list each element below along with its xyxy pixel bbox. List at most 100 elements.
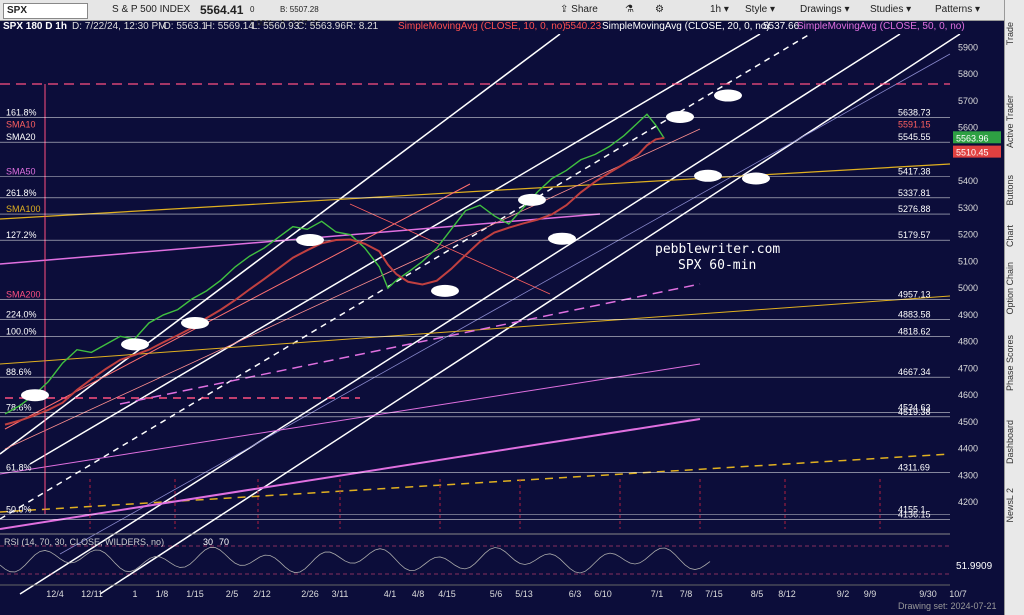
x-tick-label: 7/15 — [705, 589, 723, 599]
x-tick-label: 4/1 — [384, 589, 397, 599]
level-value-label: 4519.38 — [898, 407, 931, 417]
x-tick-label: 12/4 — [46, 589, 64, 599]
watermark-subtitle: SPX 60-min — [678, 258, 757, 273]
level-percent-label: 61.8% — [6, 462, 32, 472]
level-value-label: 5179.57 — [898, 230, 931, 240]
watermark-site: pebblewriter.com — [655, 242, 781, 257]
price-line — [4, 113, 665, 415]
right-tab-buttons[interactable]: Buttons — [1005, 175, 1024, 206]
share-label: Share — [571, 4, 598, 15]
sma20-value: 5537.66 — [763, 21, 800, 32]
index-name: S & P 500 INDEX — [112, 4, 191, 15]
channel-line — [0, 418, 701, 530]
y-tick-label: 5400 — [958, 176, 978, 186]
price-badge-label: 5510.45 — [956, 148, 989, 158]
studies-button[interactable]: Studies ▾ — [870, 3, 911, 17]
level-value-label: 5417.38 — [898, 167, 931, 177]
x-tick-label: 4/15 — [438, 589, 456, 599]
x-tick-label: 6/10 — [594, 589, 612, 599]
level-percent-label: 224.0% — [6, 309, 37, 319]
toolbar: SPX S & P 500 INDEX 5564.41 0 0.00% B: 5… — [0, 0, 1004, 28]
right-tab-dashboard[interactable]: Dashboard — [1005, 420, 1024, 464]
right-tab-news[interactable]: News — [1005, 500, 1024, 523]
x-tick-label: 6/3 — [569, 589, 582, 599]
x-tick-label: 9/30 — [919, 589, 937, 599]
right-tab-option-chain[interactable]: Option Chain — [1005, 262, 1024, 315]
pivot-marker — [431, 284, 459, 297]
bar-close: C: 5563.96 — [297, 21, 346, 32]
price-series — [4, 89, 770, 426]
bar-range: R: 8.21 — [346, 21, 379, 32]
y-tick-label: 5100 — [958, 256, 978, 266]
level-value-label: 5545.55 — [898, 132, 931, 142]
time-axis: 12/4 12/11 1 1/8 1/15 2/5 2/12 2/26 3/11 4/1 4/8 4/… — [0, 584, 967, 599]
change: 0 0.00% — [250, 3, 273, 28]
level-value-label: 4883.58 — [898, 309, 931, 319]
level-percent-label: 100.0% — [6, 327, 37, 337]
chart-settings-icon[interactable]: ⚙ — [655, 3, 664, 17]
x-tick-label: 2/5 — [226, 589, 239, 599]
rsi-value: 51.9909 — [956, 561, 993, 572]
drawings-label: Drawings — [800, 4, 842, 15]
right-tab-chart[interactable]: Chart — [1005, 225, 1024, 247]
x-tick-label: 8/5 — [751, 589, 764, 599]
channel-line — [99, 34, 961, 595]
y-tick-label: 4800 — [958, 337, 978, 347]
level-value-label: 5276.88 — [898, 204, 931, 214]
interval-select[interactable]: 1h ▾ — [710, 3, 729, 17]
bid-ask: B: 5507.28 A: 5607.19 — [280, 3, 319, 28]
sma20-legend: SimpleMovingAvg (CLOSE, 20, 0, no) — [602, 21, 770, 32]
patterns-button[interactable]: Patterns ▾ — [935, 3, 980, 17]
channel-line — [0, 453, 951, 513]
x-tick-label: 3/11 — [332, 589, 349, 599]
x-tick-label: 8/12 — [778, 589, 796, 599]
trend-channels — [0, 34, 961, 595]
level-value-label: 4311.69 — [898, 462, 930, 472]
pivot-marker — [694, 169, 722, 182]
pivot-marker — [714, 89, 742, 102]
flask-icon[interactable]: ⚗ — [625, 3, 634, 17]
symbol-input[interactable]: SPX — [3, 3, 88, 19]
x-tick-label: 7/8 — [680, 589, 693, 599]
level-value-label: 4957.13 — [898, 290, 931, 300]
right-tab-active-trader[interactable]: Active Trader — [1005, 95, 1024, 148]
pivot-marker — [21, 389, 49, 402]
price-chart[interactable]: 5638.73161.8%SMA10 5591.155545.55SMA20541… — [0, 34, 1004, 615]
chart-info-bar: SPX 180 D 1h D: 7/22/24, 12:30 PM O: 556… — [0, 20, 1004, 34]
level-percent-label: 127.2% — [6, 230, 37, 240]
y-tick-label: 5600 — [958, 123, 978, 133]
bar-low: L: 5560.93 — [252, 21, 300, 32]
level-value-label: 5638.73 — [898, 107, 931, 117]
y-tick-label: 5700 — [958, 96, 978, 106]
y-tick-label: 4300 — [958, 470, 978, 480]
channel-line — [0, 34, 811, 520]
sma10-value: 5540.23 — [565, 21, 602, 32]
level-sma-label: SMA100 — [6, 204, 41, 214]
right-tab-trade[interactable]: Trade — [1005, 22, 1024, 45]
rsi-level-70: 70 — [219, 537, 230, 547]
pivot-marker — [518, 193, 546, 206]
y-tick-label: 5300 — [958, 203, 978, 213]
y-tick-label: 4600 — [958, 390, 978, 400]
bar-high: H: 5569.14 — [205, 21, 254, 32]
right-tab-phase-scores[interactable]: Phase Scores — [1005, 335, 1024, 391]
channel-line — [0, 163, 951, 220]
drawings-button[interactable]: Drawings ▾ — [800, 3, 850, 17]
bar-open: O: 5563.1 — [163, 21, 207, 32]
pivot-marker — [548, 232, 576, 245]
sma200-line — [4, 136, 665, 426]
rsi-level-30: 30 — [203, 537, 214, 547]
x-tick-label: 1/8 — [156, 589, 169, 599]
x-tick-label: 5/6 — [490, 589, 503, 599]
sma10-legend: SimpleMovingAvg (CLOSE, 10, 0, no) — [398, 21, 566, 32]
level-sma-label: SMA20 — [6, 132, 36, 142]
share-button[interactable]: ⇪ Share — [560, 3, 598, 17]
studies-label: Studies — [870, 4, 904, 15]
right-tab-l-2[interactable]: L 2 — [1005, 488, 1024, 500]
level-value-label: 5337.81 — [898, 188, 931, 198]
y-tick-label: 5200 — [958, 230, 978, 240]
bar-date: D: 7/22/24, 12:30 PM — [72, 21, 167, 32]
style-button[interactable]: Style ▾ — [745, 3, 775, 17]
channel-line — [4, 128, 701, 450]
style-label: Style — [745, 4, 768, 15]
